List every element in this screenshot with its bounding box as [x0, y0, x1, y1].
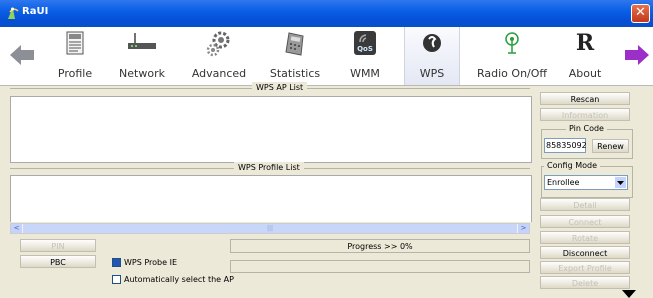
tab-network[interactable]: Network [112, 27, 172, 85]
connect-button[interactable]: Connect [540, 215, 630, 228]
pin-button[interactable]: PIN [20, 239, 96, 252]
tab-radio-label: Radio On/Off [477, 67, 547, 80]
close-button[interactable]: ✕ [631, 4, 650, 23]
pbc-button[interactable]: PBC [20, 255, 96, 268]
status-box [230, 260, 530, 273]
close-icon: ✕ [635, 5, 646, 20]
dropdown-arrow[interactable] [615, 177, 626, 188]
profile-list-title: WPS Profile List [234, 162, 304, 174]
tab-about-label: About [568, 67, 602, 80]
auto-select-ap-checkbox[interactable] [112, 275, 121, 284]
chevron-down-icon [617, 181, 624, 185]
config-mode-value: Enrollee [547, 178, 580, 187]
advanced-icon [206, 31, 230, 57]
tab-wmm-label: WMM [350, 67, 380, 80]
progress-text: Progress >> 0% [347, 242, 413, 251]
tab-wps[interactable]: WPS [404, 27, 460, 85]
wps-profile-list[interactable] [10, 175, 532, 222]
profile-list-group: WPS Profile List [10, 162, 530, 174]
wmm-icon: QoS [354, 31, 376, 55]
scroll-right-icon[interactable]: > [518, 224, 529, 233]
tab-about[interactable]: R About [562, 27, 608, 85]
app-icon [8, 7, 19, 19]
progress-bar: Progress >> 0% [230, 239, 530, 253]
disconnect-button[interactable]: Disconnect [540, 246, 630, 259]
scrollbar-thumb[interactable]: ||| [23, 224, 517, 233]
about-icon: R [575, 30, 595, 56]
tab-profile[interactable]: Profile [50, 27, 100, 85]
network-icon [128, 33, 156, 49]
tab-network-label: Network [119, 67, 165, 80]
tab-radio[interactable]: Radio On/Off [472, 27, 552, 85]
tab-advanced-label: Advanced [191, 67, 247, 80]
wps-icon [423, 34, 441, 52]
wps-probe-ie-checkbox[interactable] [112, 258, 121, 267]
ap-list-group: WPS AP List [10, 82, 530, 94]
pin-code-field[interactable]: 85835092 [544, 138, 587, 153]
radio-icon [505, 32, 519, 54]
ap-list-title: WPS AP List [252, 82, 308, 94]
tab-wmm[interactable]: QoS WMM [345, 27, 385, 85]
detail-button[interactable]: Detail [540, 198, 630, 211]
window-title: RaUI [22, 6, 49, 17]
toolbar: Profile Network Advanced Statistics QoS … [0, 27, 653, 86]
export-profile-button[interactable]: Export Profile [540, 261, 630, 274]
wps-probe-ie-label: WPS Probe IE [124, 258, 178, 267]
rescan-button[interactable]: Rescan [540, 92, 630, 105]
tab-advanced[interactable]: Advanced [185, 27, 253, 85]
statistics-icon [285, 32, 304, 56]
rotate-button[interactable]: Rotate [540, 231, 630, 244]
pin-code-title: Pin Code [566, 124, 607, 134]
wps-panel: WPS AP List WPS Profile List < ||| > PIN… [0, 82, 653, 298]
tab-wps-label: WPS [419, 67, 445, 80]
forward-arrow-icon[interactable] [623, 44, 651, 66]
title-bar: RaUI ✕ [0, 0, 653, 27]
information-button[interactable]: Information [540, 108, 630, 121]
tab-statistics-label: Statistics [269, 67, 321, 80]
tab-profile-label: Profile [57, 67, 93, 80]
tab-statistics[interactable]: Statistics [260, 27, 330, 85]
profile-list-scrollbar[interactable]: < ||| > [10, 223, 530, 234]
scroll-left-icon[interactable]: < [11, 224, 22, 233]
config-mode-select[interactable]: Enrollee [544, 175, 628, 190]
back-arrow-icon[interactable] [8, 44, 36, 66]
config-mode-title: Config Mode [544, 161, 601, 171]
wps-ap-list[interactable] [10, 96, 532, 163]
wmm-icon-text: QoS [357, 45, 373, 53]
delete-button[interactable]: Delete [540, 276, 630, 289]
profile-icon [66, 31, 84, 55]
auto-select-ap-label: Automatically select the AP [124, 275, 234, 284]
renew-button[interactable]: Renew [592, 139, 629, 153]
collapse-arrow-icon[interactable] [622, 290, 636, 298]
